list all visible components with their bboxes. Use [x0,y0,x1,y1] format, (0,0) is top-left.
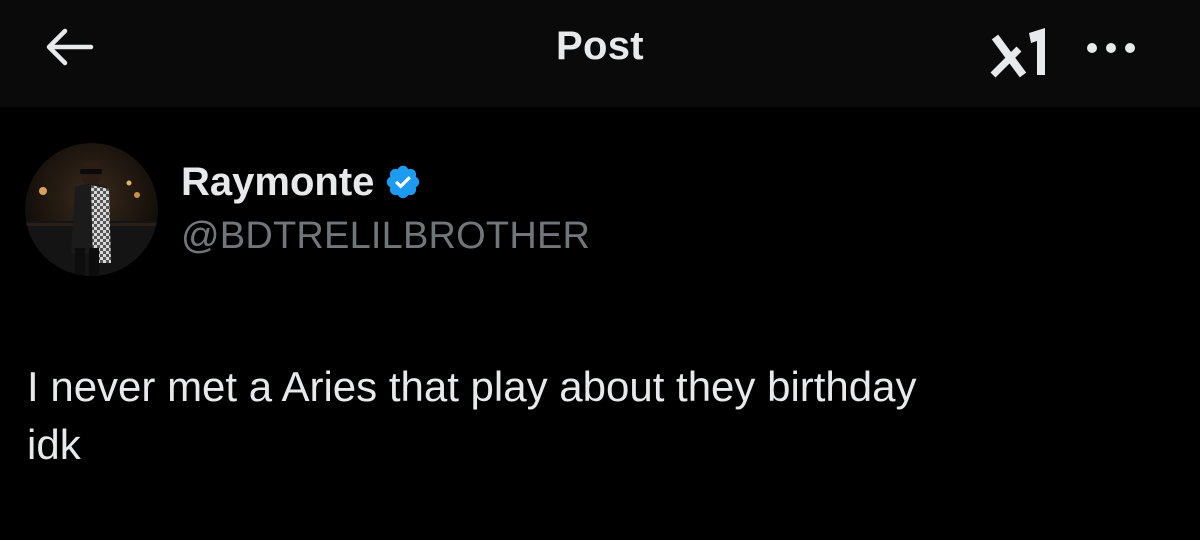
avatar[interactable] [25,143,158,276]
author-handle[interactable]: @BDTRELILBROTHER [181,215,590,258]
more-horizontal-icon [1087,43,1135,53]
verified-badge-icon [384,163,422,201]
grok-button[interactable] [985,24,1057,80]
display-name[interactable]: Raymonte [181,160,374,205]
post-text: I never met a Aries that play about they… [27,363,917,468]
author-name-row: Raymonte [181,158,422,206]
grok-icon [990,28,1045,78]
more-options-button[interactable] [1078,28,1144,68]
top-bar: Post [0,0,1200,107]
avatar-photo [25,143,158,276]
